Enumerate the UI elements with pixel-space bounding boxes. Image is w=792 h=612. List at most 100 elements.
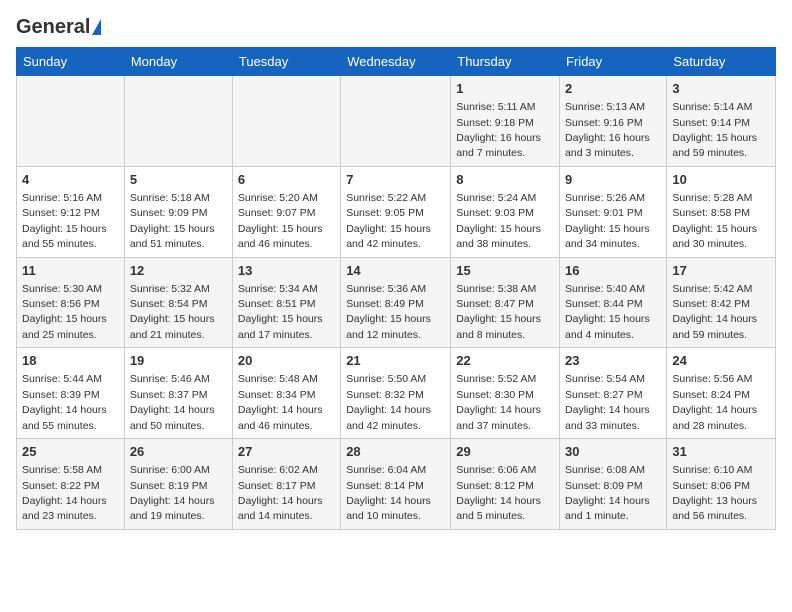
- day-number: 28: [346, 443, 445, 461]
- day-number: 10: [672, 171, 770, 189]
- calendar-cell: 18 Sunrise: 5:44 AM Sunset: 8:39 PM Dayli…: [17, 348, 125, 439]
- calendar-cell: 31 Sunrise: 6:10 AM Sunset: 8:06 PM Dayli…: [667, 439, 776, 530]
- calendar-cell: 27 Sunrise: 6:02 AM Sunset: 8:17 PM Dayli…: [232, 439, 340, 530]
- day-info: Sunrise: 5:28 AM Sunset: 8:58 PM Dayligh…: [672, 192, 757, 250]
- weekday-header-friday: Friday: [560, 48, 667, 76]
- calendar-table: SundayMondayTuesdayWednesdayThursdayFrid…: [16, 47, 776, 530]
- logo-general-text: General: [16, 16, 90, 39]
- day-info: Sunrise: 5:50 AM Sunset: 8:32 PM Dayligh…: [346, 373, 431, 431]
- weekday-header-saturday: Saturday: [667, 48, 776, 76]
- week-row-1: 1 Sunrise: 5:11 AM Sunset: 9:18 PM Daylig…: [17, 76, 776, 167]
- day-number: 23: [565, 352, 661, 370]
- week-row-2: 4 Sunrise: 5:16 AM Sunset: 9:12 PM Daylig…: [17, 166, 776, 257]
- day-info: Sunrise: 5:14 AM Sunset: 9:14 PM Dayligh…: [672, 101, 757, 159]
- calendar-cell: 1 Sunrise: 5:11 AM Sunset: 9:18 PM Daylig…: [451, 76, 560, 167]
- day-number: 29: [456, 443, 554, 461]
- day-info: Sunrise: 5:16 AM Sunset: 9:12 PM Dayligh…: [22, 192, 107, 250]
- day-number: 4: [22, 171, 119, 189]
- calendar-cell: 6Sunrise: 5:20 AM Sunset: 9:07 PM Daylig…: [232, 166, 340, 257]
- calendar-cell: [17, 76, 125, 167]
- day-info: Sunrise: 5:11 AM Sunset: 9:18 PM Dayligh…: [456, 101, 541, 159]
- calendar-cell: 7Sunrise: 5:22 AM Sunset: 9:05 PM Daylig…: [341, 166, 451, 257]
- day-number: 27: [238, 443, 335, 461]
- day-info: Sunrise: 5:18 AM Sunset: 9:09 PM Dayligh…: [130, 192, 215, 250]
- calendar-cell: [341, 76, 451, 167]
- day-number: 9: [565, 171, 661, 189]
- calendar-cell: 28 Sunrise: 6:04 AM Sunset: 8:14 PM Dayli…: [341, 439, 451, 530]
- day-info: Sunrise: 5:38 AM Sunset: 8:47 PM Dayligh…: [456, 283, 541, 341]
- day-number: 15: [456, 262, 554, 280]
- calendar-cell: 17 Sunrise: 5:42 AM Sunset: 8:42 PM Dayli…: [667, 257, 776, 348]
- weekday-header-wednesday: Wednesday: [341, 48, 451, 76]
- calendar-cell: 5 Sunrise: 5:18 AM Sunset: 9:09 PM Daylig…: [124, 166, 232, 257]
- day-number: 22: [456, 352, 554, 370]
- logo-triangle-icon: [92, 19, 101, 35]
- weekday-header-thursday: Thursday: [451, 48, 560, 76]
- day-info: Sunrise: 6:04 AM Sunset: 8:14 PM Dayligh…: [346, 464, 431, 522]
- day-info: Sunrise: 5:42 AM Sunset: 8:42 PM Dayligh…: [672, 283, 757, 341]
- calendar-cell: 3 Sunrise: 5:14 AM Sunset: 9:14 PM Daylig…: [667, 76, 776, 167]
- day-info: Sunrise: 6:10 AM Sunset: 8:06 PM Dayligh…: [672, 464, 757, 522]
- day-number: 2: [565, 80, 661, 98]
- week-row-5: 25 Sunrise: 5:58 AM Sunset: 8:22 PM Dayli…: [17, 439, 776, 530]
- day-info: Sunrise: 5:24 AM Sunset: 9:03 PM Dayligh…: [456, 192, 541, 250]
- calendar-cell: 2 Sunrise: 5:13 AM Sunset: 9:16 PM Daylig…: [560, 76, 667, 167]
- calendar-cell: 29 Sunrise: 6:06 AM Sunset: 8:12 PM Dayli…: [451, 439, 560, 530]
- day-info: Sunrise: 5:34 AM Sunset: 8:51 PM Dayligh…: [238, 283, 323, 341]
- page-header: General: [16, 16, 776, 35]
- day-number: 20: [238, 352, 335, 370]
- day-info: Sunrise: 6:08 AM Sunset: 8:09 PM Dayligh…: [565, 464, 650, 522]
- day-info: Sunrise: 5:32 AM Sunset: 8:54 PM Dayligh…: [130, 283, 215, 341]
- calendar-cell: 13 Sunrise: 5:34 AM Sunset: 8:51 PM Dayli…: [232, 257, 340, 348]
- calendar-cell: 11 Sunrise: 5:30 AM Sunset: 8:56 PM Dayli…: [17, 257, 125, 348]
- calendar-cell: [124, 76, 232, 167]
- day-info: Sunrise: 5:40 AM Sunset: 8:44 PM Dayligh…: [565, 283, 650, 341]
- day-number: 18: [22, 352, 119, 370]
- weekday-header-tuesday: Tuesday: [232, 48, 340, 76]
- weekday-header-row: SundayMondayTuesdayWednesdayThursdayFrid…: [17, 48, 776, 76]
- day-info: Sunrise: 6:06 AM Sunset: 8:12 PM Dayligh…: [456, 464, 541, 522]
- calendar-cell: 20 Sunrise: 5:48 AM Sunset: 8:34 PM Dayli…: [232, 348, 340, 439]
- day-number: 30: [565, 443, 661, 461]
- day-info: Sunrise: 5:46 AM Sunset: 8:37 PM Dayligh…: [130, 373, 215, 431]
- day-info: Sunrise: 5:13 AM Sunset: 9:16 PM Dayligh…: [565, 101, 650, 159]
- calendar-cell: 30 Sunrise: 6:08 AM Sunset: 8:09 PM Dayli…: [560, 439, 667, 530]
- day-number: 7: [346, 171, 445, 189]
- day-number: 1: [456, 80, 554, 98]
- day-number: 5: [130, 171, 227, 189]
- day-number: 24: [672, 352, 770, 370]
- calendar-cell: 4 Sunrise: 5:16 AM Sunset: 9:12 PM Daylig…: [17, 166, 125, 257]
- day-number: 11: [22, 262, 119, 280]
- day-number: 31: [672, 443, 770, 461]
- day-info: Sunrise: 5:44 AM Sunset: 8:39 PM Dayligh…: [22, 373, 107, 431]
- calendar-cell: 26Sunrise: 6:00 AM Sunset: 8:19 PM Dayli…: [124, 439, 232, 530]
- day-number: 14: [346, 262, 445, 280]
- day-number: 3: [672, 80, 770, 98]
- calendar-cell: 19 Sunrise: 5:46 AM Sunset: 8:37 PM Dayli…: [124, 348, 232, 439]
- day-number: 16: [565, 262, 661, 280]
- calendar-cell: 22Sunrise: 5:52 AM Sunset: 8:30 PM Dayli…: [451, 348, 560, 439]
- calendar-cell: 9Sunrise: 5:26 AM Sunset: 9:01 PM Daylig…: [560, 166, 667, 257]
- day-number: 25: [22, 443, 119, 461]
- day-info: Sunrise: 5:30 AM Sunset: 8:56 PM Dayligh…: [22, 283, 107, 341]
- day-number: 26: [130, 443, 227, 461]
- weekday-header-monday: Monday: [124, 48, 232, 76]
- day-info: Sunrise: 5:20 AM Sunset: 9:07 PM Dayligh…: [238, 192, 323, 250]
- day-number: 19: [130, 352, 227, 370]
- calendar-cell: 12Sunrise: 5:32 AM Sunset: 8:54 PM Dayli…: [124, 257, 232, 348]
- day-number: 21: [346, 352, 445, 370]
- day-number: 8: [456, 171, 554, 189]
- day-info: Sunrise: 5:58 AM Sunset: 8:22 PM Dayligh…: [22, 464, 107, 522]
- day-number: 17: [672, 262, 770, 280]
- calendar-cell: 24Sunrise: 5:56 AM Sunset: 8:24 PM Dayli…: [667, 348, 776, 439]
- day-number: 13: [238, 262, 335, 280]
- calendar-cell: 10 Sunrise: 5:28 AM Sunset: 8:58 PM Dayli…: [667, 166, 776, 257]
- calendar-cell: 21 Sunrise: 5:50 AM Sunset: 8:32 PM Dayli…: [341, 348, 451, 439]
- day-info: Sunrise: 6:02 AM Sunset: 8:17 PM Dayligh…: [238, 464, 323, 522]
- day-info: Sunrise: 5:54 AM Sunset: 8:27 PM Dayligh…: [565, 373, 650, 431]
- calendar-cell: [232, 76, 340, 167]
- week-row-4: 18 Sunrise: 5:44 AM Sunset: 8:39 PM Dayli…: [17, 348, 776, 439]
- calendar-cell: 15 Sunrise: 5:38 AM Sunset: 8:47 PM Dayli…: [451, 257, 560, 348]
- week-row-3: 11 Sunrise: 5:30 AM Sunset: 8:56 PM Dayli…: [17, 257, 776, 348]
- day-info: Sunrise: 5:48 AM Sunset: 8:34 PM Dayligh…: [238, 373, 323, 431]
